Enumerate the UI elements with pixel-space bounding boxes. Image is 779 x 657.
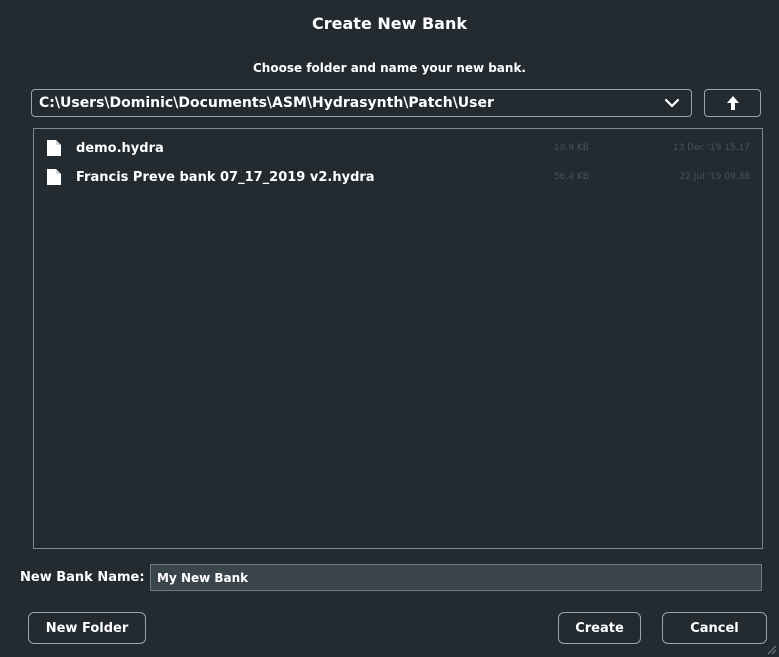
- folder-path-value: C:\Users\Dominic\Documents\ASM\Hydrasynt…: [39, 95, 494, 111]
- cancel-button[interactable]: Cancel: [662, 612, 767, 644]
- bank-name-label: New Bank Name:: [20, 570, 145, 585]
- file-size: 56.4 KB: [554, 172, 589, 182]
- folder-path-dropdown[interactable]: C:\Users\Dominic\Documents\ASM\Hydrasynt…: [31, 89, 692, 117]
- dialog-title: Create New Bank: [312, 14, 467, 33]
- file-icon: [47, 140, 61, 156]
- parent-folder-button[interactable]: [704, 89, 761, 117]
- arrow-up-icon: [726, 96, 739, 110]
- file-name: demo.hydra: [76, 140, 164, 156]
- file-icon: [47, 169, 61, 185]
- dialog-subtitle: Choose folder and name your new bank.: [253, 61, 526, 75]
- chevron-down-icon[interactable]: [653, 90, 691, 116]
- file-date: 13 Dec '19 15.17: [672, 143, 750, 153]
- file-size: 18.9 KB: [554, 143, 589, 153]
- resize-grip-icon[interactable]: [765, 643, 777, 655]
- bank-name-input[interactable]: [150, 564, 762, 591]
- list-item[interactable]: Francis Preve bank 07_17_2019 v2.hydra 5…: [34, 164, 762, 190]
- file-date: 22 Jul '19 09.38: [679, 172, 750, 182]
- create-new-bank-dialog: Create New Bank Choose folder and name y…: [0, 0, 779, 657]
- file-list[interactable]: demo.hydra 18.9 KB 13 Dec '19 15.17 Fran…: [33, 128, 763, 549]
- new-folder-button[interactable]: New Folder: [28, 612, 146, 644]
- create-button[interactable]: Create: [558, 612, 641, 644]
- file-name: Francis Preve bank 07_17_2019 v2.hydra: [76, 169, 375, 185]
- list-item[interactable]: demo.hydra 18.9 KB 13 Dec '19 15.17: [34, 135, 762, 161]
